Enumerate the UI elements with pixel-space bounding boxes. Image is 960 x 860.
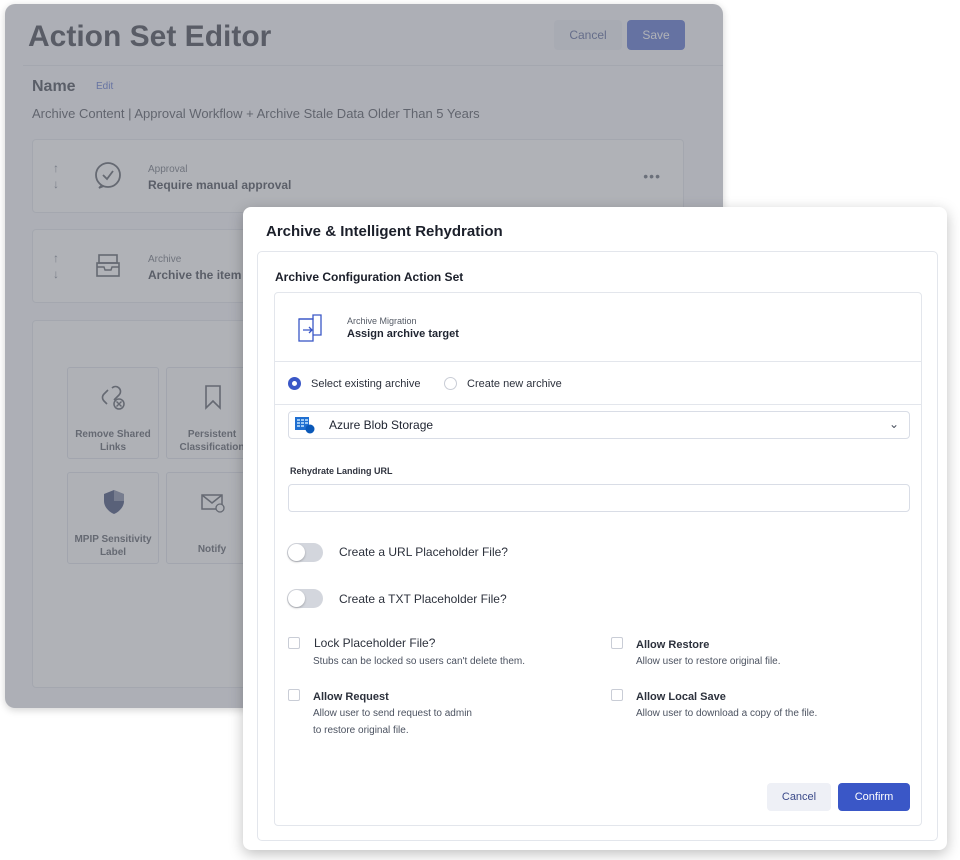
rehydrate-url-label: Rehydrate Landing URL [290, 466, 393, 476]
bookmark-icon [205, 385, 221, 410]
archive-box-icon [96, 254, 120, 277]
txt-placeholder-toggle[interactable] [287, 589, 323, 608]
tile-label: Persistent Classification [179, 429, 245, 453]
archive-rehydration-modal: Archive & Intelligent Rehydration Archiv… [243, 207, 947, 850]
allow-restore-title: Allow Restore [636, 639, 710, 651]
toggle-knob [288, 544, 305, 561]
page-title: Action Set Editor [28, 20, 272, 53]
url-placeholder-toggle[interactable] [287, 543, 323, 562]
unlink-icon [101, 385, 125, 410]
allow-restore-checkbox[interactable] [611, 637, 623, 649]
select-value: Azure Blob Storage [329, 418, 434, 432]
card-title: Require manual approval [148, 178, 292, 192]
radio-label: Select existing archive [311, 377, 421, 390]
modal-title: Archive & Intelligent Rehydration [266, 223, 503, 240]
lock-placeholder-checkbox[interactable] [288, 637, 300, 649]
migration-icon [298, 314, 322, 342]
editor-cancel-button[interactable]: Cancel [554, 20, 622, 50]
card-title: Archive the item [148, 268, 242, 282]
allow-local-save-desc: Allow user to download a copy of the fil… [636, 708, 818, 719]
editor-save-button[interactable]: Save [627, 20, 685, 50]
radio-label: Create new archive [467, 377, 562, 390]
radio-selected-indicator[interactable] [288, 377, 301, 390]
divider [275, 361, 921, 362]
txt-placeholder-label: Create a TXT Placeholder File? [339, 592, 507, 606]
radio-create-new[interactable]: Create new archive [444, 377, 562, 390]
reorder-arrows[interactable]: ↑ ↓ [53, 160, 59, 192]
allow-request-desc-line2: to restore original file. [313, 725, 409, 736]
action-card-approval[interactable]: ↑ ↓ Approval Require manual approval ••• [32, 139, 684, 213]
chevron-down-icon[interactable]: ⌄ [889, 417, 899, 431]
allow-restore-desc: Allow user to restore original file. [636, 656, 781, 667]
tile-mpip-sensitivity-label[interactable]: MPIP Sensitivity Label [67, 472, 159, 564]
migration-label: Archive Migration [347, 316, 417, 326]
url-placeholder-label: Create a URL Placeholder File? [339, 545, 508, 559]
name-heading: Name [32, 78, 76, 95]
header-divider [23, 65, 723, 66]
tile-remove-shared-links[interactable]: Remove Shared Links [67, 367, 159, 459]
action-set-description: Archive Content | Approval Workflow + Ar… [32, 106, 480, 121]
more-options-icon[interactable]: ••• [643, 168, 661, 184]
azure-storage-icon [295, 417, 315, 434]
confirm-button[interactable]: Confirm [838, 783, 910, 811]
radio-indicator[interactable] [444, 377, 457, 390]
card-label: Approval [148, 164, 188, 175]
edit-name-link[interactable]: Edit [96, 81, 113, 92]
allow-local-save-title: Allow Local Save [636, 691, 726, 703]
mail-icon [201, 494, 225, 513]
toggle-knob [288, 590, 305, 607]
modal-body: Archive Configuration Action Set Archive… [257, 251, 938, 841]
radio-select-existing[interactable]: Select existing archive [288, 377, 420, 390]
tile-label: MPIP Sensitivity Label [74, 534, 152, 558]
allow-request-checkbox[interactable] [288, 689, 300, 701]
reorder-arrows[interactable]: ↑ ↓ [53, 250, 59, 282]
check-circle-icon [95, 162, 121, 189]
migration-title: Assign archive target [347, 328, 459, 340]
modal-subtitle: Archive Configuration Action Set [275, 270, 464, 284]
card-label: Archive [148, 254, 182, 265]
tile-label: Remove Shared Links [75, 429, 151, 453]
tile-label: Notify [197, 544, 227, 555]
lock-placeholder-title: Lock Placeholder File? [314, 636, 436, 650]
rehydrate-url-input[interactable] [288, 484, 910, 512]
lock-placeholder-desc: Stubs can be locked so users can't delet… [313, 656, 526, 667]
shield-icon [104, 490, 124, 514]
divider [275, 404, 921, 405]
cancel-button[interactable]: Cancel [767, 783, 831, 811]
configuration-panel: Archive Migration Assign archive target … [274, 292, 922, 826]
archive-target-select[interactable]: Azure Blob Storage ⌄ [288, 411, 910, 439]
allow-local-save-checkbox[interactable] [611, 689, 623, 701]
allow-request-desc-line1: Allow user to send request to admin [313, 708, 472, 719]
allow-request-title: Allow Request [313, 691, 389, 703]
